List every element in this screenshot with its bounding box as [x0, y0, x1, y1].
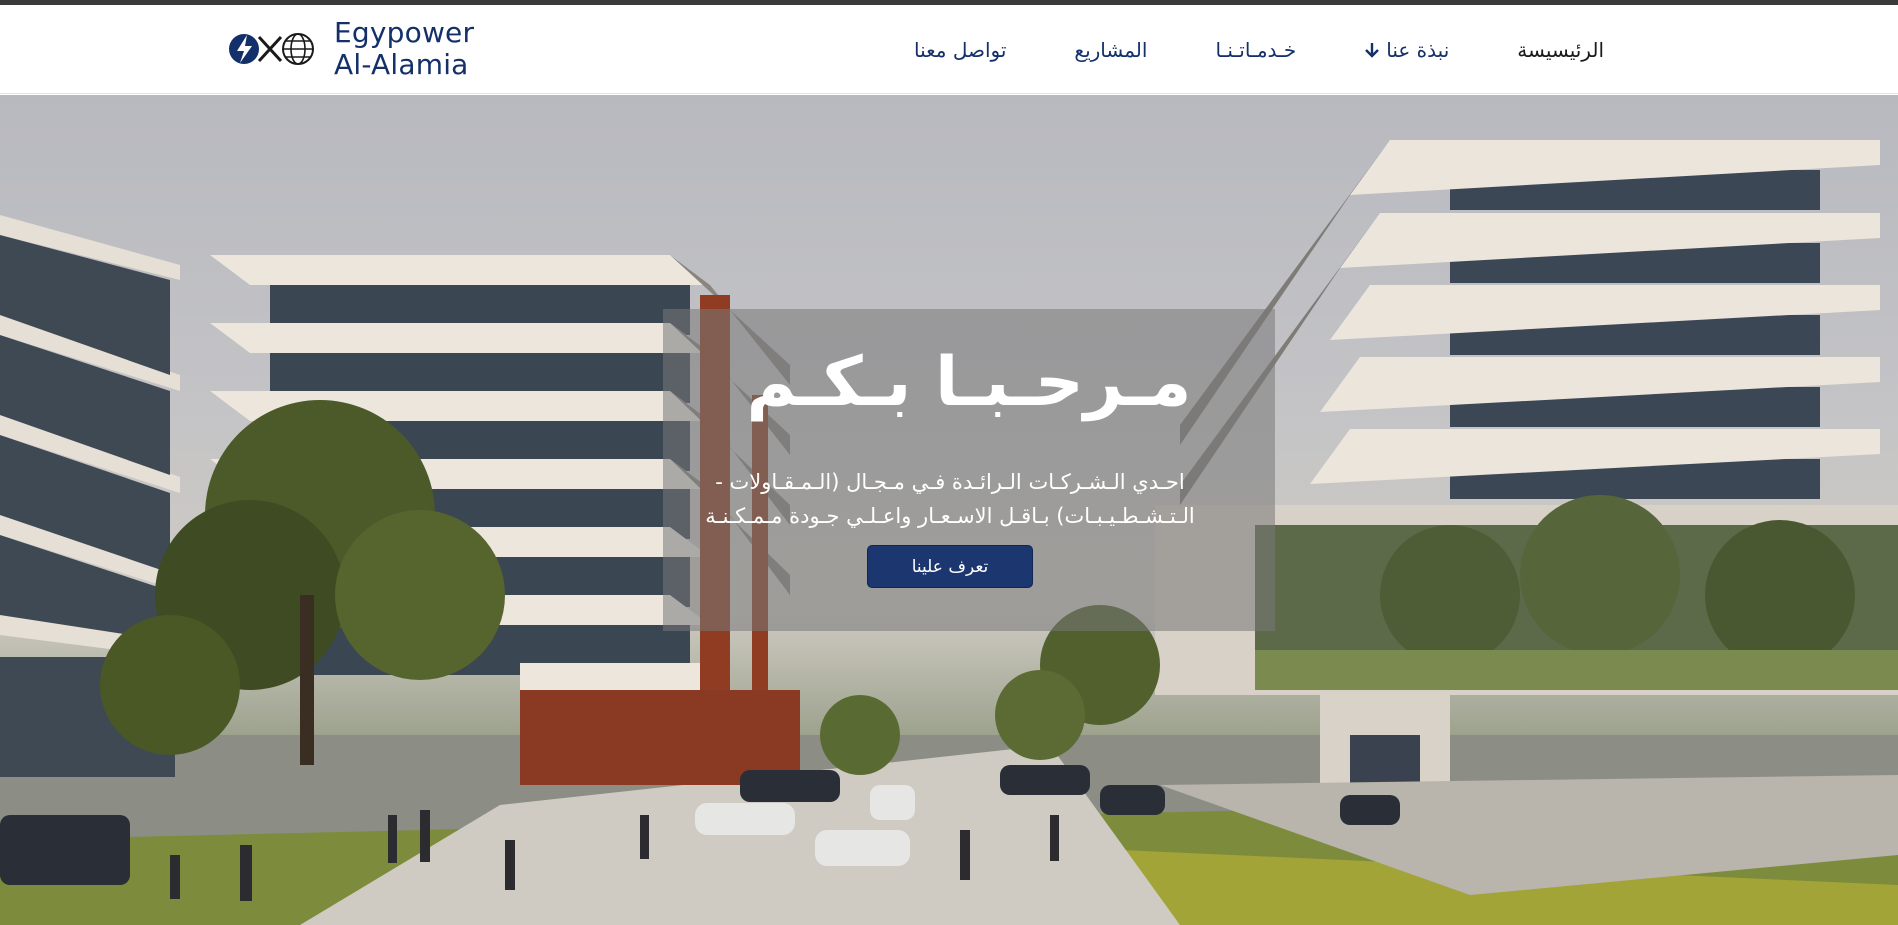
lightning-globe-logo-icon [229, 33, 314, 65]
nav-item-contact-label: تواصل معنا [913, 37, 1007, 62]
hero-section: مـرحـبـا بـكـم احـدي الـشـركـات الـرائـد… [0, 95, 1898, 925]
main-nav: الرئيسيسة نبذة عنا خـدمـاتـنـا المشاريع … [880, 5, 1638, 94]
nav-item-projects-label: المشاريع [1074, 37, 1148, 62]
brand-name: Egypower Al-Alamia [334, 17, 474, 81]
nav-item-services[interactable]: خـدمـاتـنـا [1181, 38, 1330, 62]
arrow-down-icon [1365, 42, 1380, 58]
learn-about-us-button[interactable]: تعرف علينا [867, 545, 1033, 588]
nav-item-home[interactable]: الرئيسيسة [1483, 38, 1638, 62]
hero-subtitle: احـدي الـشـركـات الـرائـدة فـي مـجـال (ا… [705, 470, 1195, 528]
brand-line-2: Al-Alamia [334, 48, 469, 81]
hero-title: مـرحـبـا بـكـم [746, 343, 1192, 422]
nav-item-about[interactable]: نبذة عنا [1330, 38, 1483, 62]
nav-item-projects[interactable]: المشاريع [1040, 38, 1181, 62]
nav-item-services-label: خـدمـاتـنـا [1215, 37, 1297, 62]
nav-item-home-label: الرئيسيسة [1517, 37, 1604, 62]
nav-item-contact[interactable]: تواصل معنا [880, 38, 1040, 62]
nav-item-about-label: نبذة عنا [1386, 37, 1450, 62]
navbar: Egypower Al-Alamia الرئيسيسة نبذة عنا خـ… [0, 5, 1898, 94]
brand[interactable]: Egypower Al-Alamia [228, 17, 474, 81]
brand-line-1: Egypower [334, 16, 475, 49]
